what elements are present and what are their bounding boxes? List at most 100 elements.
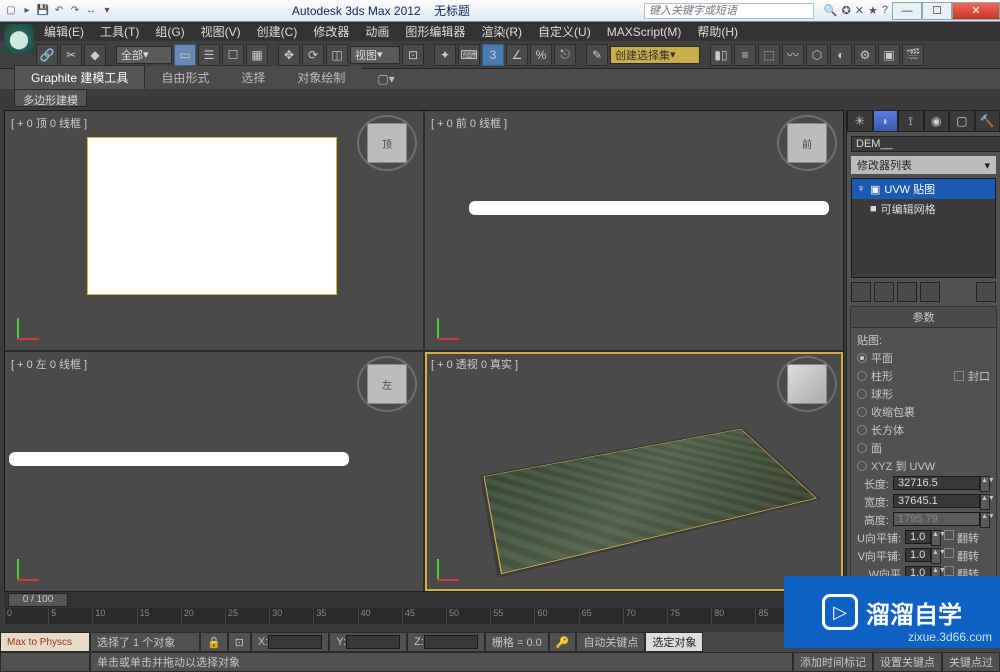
select-manipulate-icon[interactable]: ✦ [434, 44, 456, 66]
rect-select-icon[interactable]: ☐ [222, 44, 244, 66]
height-spinner[interactable]: 1795.79 [893, 512, 980, 526]
key-filters-combo[interactable]: 选定对象 [645, 632, 703, 652]
render-setup-icon[interactable]: ⚙ [854, 44, 876, 66]
exchange-icon[interactable]: ✕ [855, 4, 864, 17]
v-tile-spinner[interactable]: 1.0 [905, 548, 931, 562]
auto-key-button[interactable]: 自动关键点 [576, 632, 645, 652]
search-icon[interactable]: 🔍 [824, 4, 838, 17]
pivot-icon[interactable]: ⊡ [402, 44, 424, 66]
mirror-icon[interactable]: ▮▯ [710, 44, 732, 66]
time-slider-thumb[interactable]: 0 / 100 [8, 593, 68, 607]
check-cap[interactable] [954, 371, 964, 381]
viewport-top[interactable]: [ + 0 顶 0 线框 ] 顶 [5, 111, 423, 350]
window-crossing-icon[interactable]: ▦ [246, 44, 268, 66]
move-tool-icon[interactable]: ✥ [278, 44, 300, 66]
menu-help[interactable]: 帮助(H) [689, 23, 746, 40]
menu-views[interactable]: 视图(V) [193, 23, 249, 40]
tab-selection[interactable]: 选择 [225, 66, 281, 89]
object-name-field[interactable] [851, 136, 1000, 152]
tab-motion-icon[interactable]: ◉ [924, 110, 950, 132]
viewport-left[interactable]: [ + 0 左 0 线框 ] 左 [5, 352, 423, 591]
w-flip-check[interactable] [944, 566, 954, 576]
menu-group[interactable]: 组(G) [147, 23, 192, 40]
width-spinner[interactable]: 37645.1 [893, 494, 980, 508]
u-tile-spinner[interactable]: 1.0 [905, 530, 931, 544]
select-object-icon[interactable]: ▭ [174, 44, 196, 66]
unlink-tool-icon[interactable]: ✂ [60, 44, 82, 66]
menu-tools[interactable]: 工具(T) [92, 23, 147, 40]
ribbon-panel-polymodeling[interactable]: 多边形建模 [14, 89, 87, 107]
angle-snap-icon[interactable]: ∠ [506, 44, 528, 66]
radio-spherical[interactable] [857, 389, 867, 399]
close-button[interactable]: ✕ [952, 2, 1000, 20]
radio-cylindrical[interactable] [857, 371, 867, 381]
set-key-button[interactable]: 设置关键点 [873, 652, 942, 672]
curve-editor-icon[interactable]: 〰 [782, 44, 804, 66]
render-production-icon[interactable]: 🎬 [902, 44, 924, 66]
key-icon[interactable]: 🔑 [549, 632, 577, 652]
menu-customize[interactable]: 自定义(U) [530, 23, 599, 40]
menu-edit[interactable]: 编辑(E) [36, 23, 92, 40]
ribbon-collapse-icon[interactable]: ▢▾ [361, 69, 410, 89]
minimize-button[interactable]: — [892, 2, 922, 20]
viewport-label-top[interactable]: [ + 0 顶 0 线框 ] [11, 115, 87, 131]
radio-planar[interactable] [857, 353, 867, 363]
modifier-editable-mesh[interactable]: ■可编辑网格 [852, 199, 995, 219]
named-selection-combo[interactable]: 创建选择集 ▾ [610, 46, 700, 64]
viewcube-left[interactable]: 左 [367, 364, 407, 404]
save-icon[interactable]: 💾 [36, 4, 50, 18]
application-menu-button[interactable]: ⬤ [4, 24, 34, 54]
tab-object-paint[interactable]: 对象绘制 [281, 66, 361, 89]
open-icon[interactable]: ▸ [20, 4, 34, 18]
align-icon[interactable]: ≡ [734, 44, 756, 66]
modifier-list-combo[interactable]: 修改器列表▾ [851, 156, 996, 174]
percent-snap-icon[interactable]: % [530, 44, 552, 66]
menu-modifiers[interactable]: 修改器 [305, 23, 357, 40]
make-unique-icon[interactable] [897, 282, 917, 302]
select-by-name-icon[interactable]: ☰ [198, 44, 220, 66]
schematic-view-icon[interactable]: ⬡ [806, 44, 828, 66]
render-frame-icon[interactable]: ▣ [878, 44, 900, 66]
x-field[interactable] [268, 635, 322, 649]
bind-tool-icon[interactable]: ◆ [84, 44, 106, 66]
maxscript-mini-listener[interactable] [0, 652, 90, 672]
tab-hierarchy-icon[interactable]: ⟟ [898, 110, 924, 132]
time-slider[interactable]: 0 / 100 [4, 592, 844, 608]
material-editor-icon[interactable]: ◐ [830, 44, 852, 66]
link-tool-icon[interactable]: 🔗 [36, 44, 58, 66]
viewport-label-persp[interactable]: [ + 0 透视 0 真实 ] [431, 356, 518, 372]
menu-animation[interactable]: 动画 [357, 23, 397, 40]
radio-shrink[interactable] [857, 407, 867, 417]
new-icon[interactable]: ▢ [4, 4, 18, 18]
viewcube-persp[interactable] [787, 364, 827, 404]
redo-icon[interactable]: ↷ [68, 4, 82, 18]
viewcube-top[interactable]: 顶 [367, 123, 407, 163]
layers-icon[interactable]: ⬚ [758, 44, 780, 66]
favorite-icon[interactable]: ★ [868, 4, 878, 17]
modifier-uvw-map[interactable]: ♀▣UVW 贴图 [852, 179, 995, 199]
ref-coord-combo[interactable]: 视图 ▾ [350, 46, 400, 64]
radio-box[interactable] [857, 425, 867, 435]
script-button[interactable]: Max to Physcs [0, 632, 90, 652]
modifier-stack[interactable]: ♀▣UVW 贴图 ■可编辑网格 [851, 178, 996, 278]
show-end-result-icon[interactable] [874, 282, 894, 302]
menu-graph[interactable]: 图形编辑器 [397, 23, 473, 40]
tab-graphite[interactable]: Graphite 建模工具 [14, 65, 145, 89]
undo-icon[interactable]: ↶ [52, 4, 66, 18]
spinner-snap-icon[interactable]: ⎋ [554, 44, 576, 66]
viewport-front[interactable]: [ + 0 前 0 线框 ] 前 [425, 111, 843, 350]
z-field[interactable] [424, 635, 478, 649]
menu-maxscript[interactable]: MAXScript(M) [599, 25, 690, 39]
pin-stack-icon[interactable] [851, 282, 871, 302]
key-filters-button[interactable]: 关键点过 [942, 652, 1000, 672]
viewport-label-front[interactable]: [ + 0 前 0 线框 ] [431, 115, 507, 131]
tab-create-icon[interactable]: ✳ [847, 110, 873, 132]
tab-display-icon[interactable]: ▢ [949, 110, 975, 132]
lock-selection-icon[interactable]: 🔒 [200, 632, 228, 652]
help-icon[interactable]: ? [882, 4, 888, 17]
radio-xyz[interactable] [857, 461, 867, 471]
terrain-object[interactable] [483, 429, 817, 574]
viewport-label-left[interactable]: [ + 0 左 0 线框 ] [11, 356, 87, 372]
u-flip-check[interactable] [944, 530, 954, 540]
y-field[interactable] [346, 635, 400, 649]
